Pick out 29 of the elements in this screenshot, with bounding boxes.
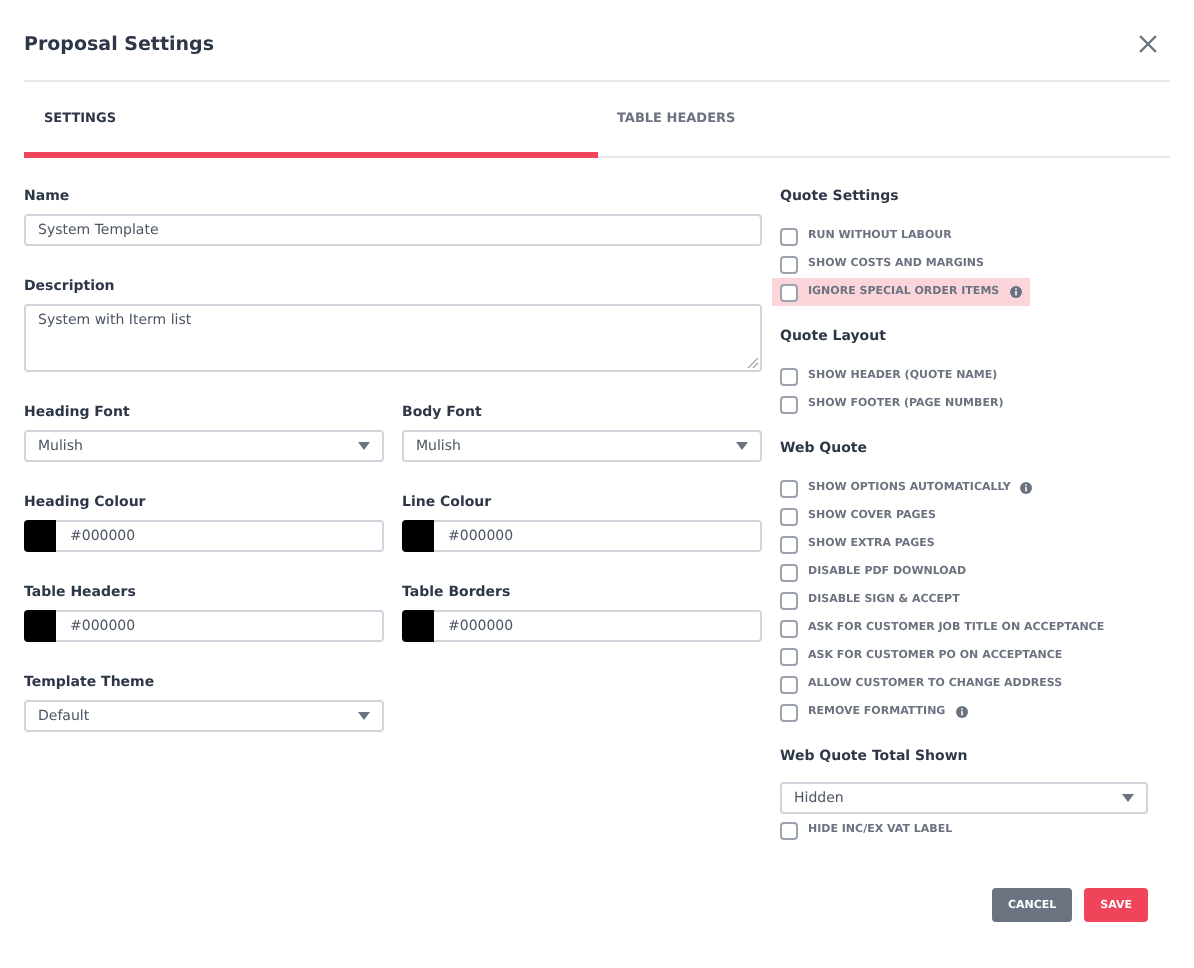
checkbox[interactable] [780,675,798,693]
info-icon[interactable] [1020,482,1033,494]
checkbox[interactable] [780,227,798,245]
checkbox[interactable] [780,395,798,413]
checkbox[interactable] [780,255,798,273]
checkbox[interactable] [780,367,798,385]
color-swatch[interactable] [24,520,56,552]
color-swatch[interactable] [24,610,56,642]
checkbox[interactable] [780,535,798,553]
checkbox[interactable] [780,821,798,839]
checkbox[interactable] [780,283,798,301]
caret-icon [1122,794,1134,802]
checkbox[interactable] [780,507,798,525]
checkbox[interactable] [780,647,798,665]
caret-icon [358,442,370,450]
color-swatch[interactable] [402,520,434,552]
caret-icon [358,712,370,720]
checkbox[interactable] [780,479,798,497]
checkbox[interactable] [780,591,798,609]
checkbox[interactable] [780,619,798,637]
info-icon[interactable] [1009,286,1022,298]
checkbox[interactable] [780,703,798,721]
caret-icon [736,442,748,450]
dialog-title: Proposal Settings [24,33,214,55]
close-icon[interactable] [1138,34,1158,54]
checkbox[interactable] [780,563,798,581]
resize-grip-icon [748,358,758,368]
info-icon[interactable] [955,706,968,718]
color-swatch[interactable] [402,610,434,642]
